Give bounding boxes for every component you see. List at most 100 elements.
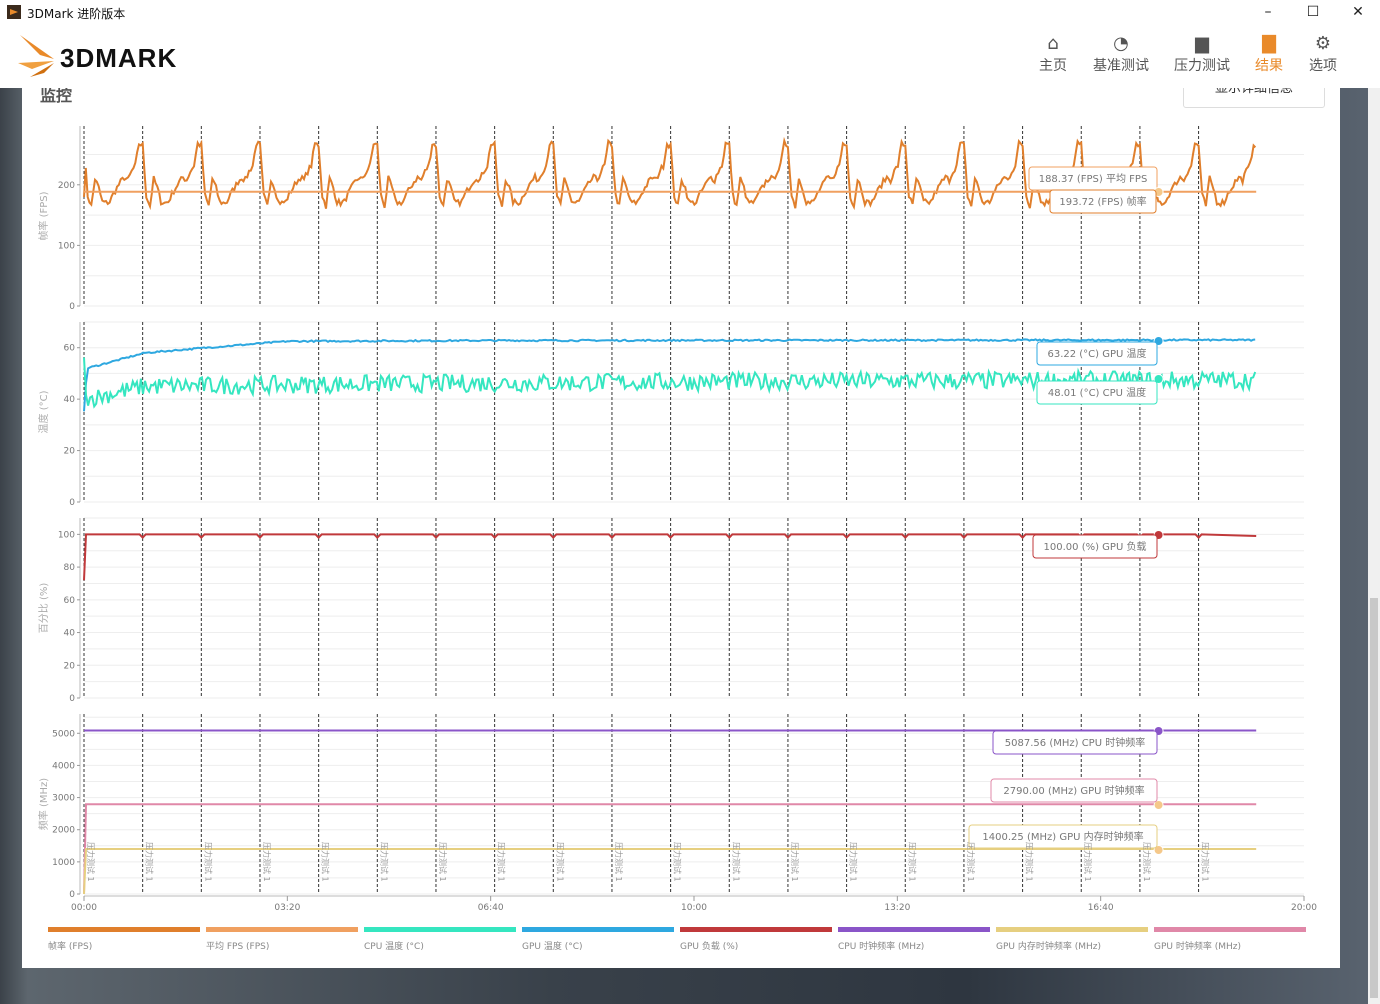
nav-stress-tests[interactable]: ▆ 压力测试 [1173,33,1231,75]
legend-item[interactable]: 平均 FPS (FPS) [206,927,358,952]
x-tick-label: 16:40 [1088,903,1114,913]
title-bar: 3DMark 进阶版本 – ☐ ✕ [0,0,1380,25]
3dmark-logo[interactable]: 3DMARK [18,33,218,79]
app-header: 3DMARK ⌂ 主页 ◔ 基准测试 ▆ 压力测试 ▇ 结果 ⚙ 选项 [0,25,1380,88]
loop-marker-label: 压力测试 1 [731,842,741,882]
scrollbar[interactable] [1368,88,1380,1004]
minimize-button[interactable]: – [1245,0,1291,25]
tooltip-text: 100.00 (%) GPU 负载 [1044,540,1147,553]
y-tick-label: 20 [64,661,76,671]
y-axis-label: 百分比 (%) [38,583,50,634]
nav-label: 选项 [1309,58,1337,74]
tooltip-text: 63.22 (°C) GPU 温度 [1047,347,1146,360]
nav-results[interactable]: ▇ 结果 [1254,33,1284,75]
x-tick-label: 03:20 [274,903,300,913]
loop-marker-label: 压力测试 1 [321,842,331,882]
y-axis-label: 频率 (MHz) [37,778,50,830]
legend-item[interactable]: GPU 时钟频率 (MHz) [1154,927,1306,952]
chart-panel-1: 0 20 40 60 温度 (°C) 63.22 (°C) GPU 温度 48.01 (°C… [37,321,1304,508]
legend-item[interactable]: GPU 负载 (%) [680,927,832,952]
y-axis-label: 温度 (°C) [37,390,50,433]
x-tick-label: 20:00 [1291,903,1317,913]
loop-marker-label: 压力测试 1 [1201,842,1211,882]
tooltip-text: 193.72 (FPS) 帧率 [1059,195,1146,208]
legend-swatch [838,927,990,932]
y-tick-label: 0 [69,694,75,704]
legend-label: GPU 时钟频率 (MHz) [1154,942,1241,952]
y-tick-label: 60 [64,344,76,354]
chart-panel-3: 0 1000 2000 3000 4000 5000 频率 (MHz) 5087.56 (MH… [37,714,1304,900]
y-tick-label: 0 [69,498,75,508]
legend-swatch [522,927,674,932]
results-icon: ▇ [1262,33,1276,54]
y-tick-label: 80 [64,563,76,573]
y-tick-label: 3000 [52,794,75,804]
legend-swatch [680,927,832,932]
window-title: 3DMark 进阶版本 [27,7,126,21]
legend-item[interactable]: CPU 温度 (°C) [364,927,516,952]
loop-marker-label: 压力测试 1 [966,842,976,882]
close-button[interactable]: ✕ [1335,0,1380,25]
legend-item[interactable]: GPU 温度 (°C) [522,927,674,952]
y-tick-label: 200 [58,181,75,191]
legend-swatch [1154,927,1306,932]
loop-marker-label: 压力测试 1 [849,842,859,882]
loop-marker-label: 压力测试 1 [145,842,155,882]
y-tick-label: 4000 [52,761,75,771]
loop-marker-label: 压力测试 1 [203,842,213,882]
scrollbar-thumb[interactable] [1370,598,1378,998]
loop-marker-label: 压力测试 1 [1025,842,1035,882]
nav-benchmarks[interactable]: ◔ 基准测试 [1092,33,1150,75]
y-tick-label: 100 [58,530,75,540]
home-icon: ⌂ [1047,33,1059,54]
legend-item[interactable]: CPU 时钟频率 (MHz) [838,927,990,952]
tooltip-text: 188.37 (FPS) 平均 FPS [1039,173,1148,185]
nav-label: 压力测试 [1174,58,1230,74]
loop-marker-label: 压力测试 1 [1083,842,1093,882]
nav-home[interactable]: ⌂ 主页 [1038,33,1068,75]
y-tick-label: 1000 [52,858,75,868]
loop-marker-label: 压力测试 1 [790,842,800,882]
loop-marker-label: 压力测试 1 [379,842,389,882]
loop-marker-label: 压力测试 1 [438,842,448,882]
tooltip-text: 2790.00 (MHz) GPU 时钟频率 [1003,784,1144,797]
y-axis-label: 帧率 (FPS) [37,191,50,240]
loop-marker-label: 压力测试 1 [262,842,272,882]
loop-marker-label: 压力测试 1 [555,842,565,882]
legend-label: GPU 负载 (%) [680,942,739,952]
chart-panel-0: 0 100 200 帧率 (FPS) 188.37 (FPS) 平均 FPS 193.72… [37,126,1304,312]
maximize-button[interactable]: ☐ [1290,0,1336,25]
app-icon [7,5,21,19]
loop-marker-label: 压力测试 1 [497,842,507,882]
y-tick-label: 100 [58,241,75,251]
legend-label: CPU 时钟频率 (MHz) [838,942,925,952]
legend-label: 帧率 (FPS) [48,942,93,952]
legend-item[interactable]: GPU 内存时钟频率 (MHz) [996,927,1148,952]
nav-label: 基准测试 [1093,58,1149,74]
logo-wings-icon [18,35,54,77]
gear-icon: ⚙ [1314,33,1332,54]
gauge-icon: ◔ [1113,33,1129,54]
x-tick-label: 10:00 [681,903,707,913]
y-tick-label: 60 [64,596,76,606]
nav-label: 主页 [1039,58,1067,74]
y-tick-label: 40 [64,629,76,639]
legend-swatch [206,927,358,932]
nav-label: 结果 [1255,58,1283,74]
tooltip-text: 48.01 (°C) CPU 温度 [1048,386,1146,399]
legend-label: 平均 FPS (FPS) [206,942,270,952]
loop-marker-label: 压力测试 1 [673,842,683,882]
monitoring-charts: 0100200帧率 (FPS)188.37 (FPS) 平均 FPS193.72… [37,126,1317,913]
y-tick-label: 5000 [52,729,75,739]
legend-label: GPU 内存时钟频率 (MHz) [996,942,1101,952]
legend-item[interactable]: 帧率 (FPS) [48,927,200,952]
loop-marker-label: 压力测试 1 [614,842,624,882]
x-tick-label: 06:40 [478,903,504,913]
legend-swatch [48,927,200,932]
legend-label: GPU 温度 (°C) [522,942,583,952]
chart-panel-2: 0 20 40 60 80 100 百分比 (%) 100.00 (%) GPU 负载 [38,517,1304,704]
tooltip-text: 5087.56 (MHz) CPU 时钟频率 [1005,736,1145,749]
legend-swatch [364,927,516,932]
nav-options[interactable]: ⚙ 选项 [1308,33,1338,75]
loop-marker-label: 压力测试 1 [1142,842,1152,882]
